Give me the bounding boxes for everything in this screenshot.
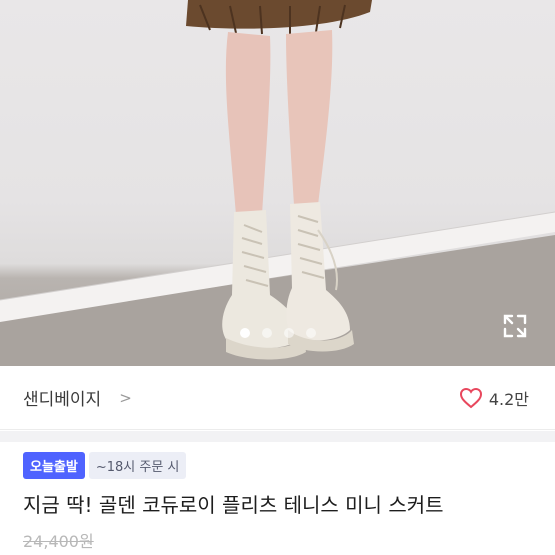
- carousel-dot[interactable]: [283, 328, 294, 338]
- model-photo: [0, 0, 555, 366]
- carousel-dot[interactable]: [239, 328, 250, 338]
- carousel-dot[interactable]: [305, 328, 316, 338]
- chevron-right-icon: >: [119, 388, 132, 407]
- shop-name[interactable]: 샌디베이지: [23, 385, 101, 410]
- product-title: 지금 딱! 골덴 코듀로이 플리츠 테니스 미니 스커트: [23, 493, 444, 517]
- shop-link[interactable]: 샌디베이지 > 4.2만: [0, 366, 555, 430]
- section-divider: [0, 431, 555, 442]
- like-button[interactable]: 4.2만: [459, 386, 529, 410]
- today-shipping-badge: 오늘출발: [23, 452, 85, 479]
- like-count: 4.2만: [488, 389, 529, 409]
- delivery-badges: 오늘출발 ~18시 주문 시: [23, 452, 187, 479]
- expand-arrows-icon[interactable]: [498, 309, 532, 343]
- carousel-dot[interactable]: [261, 328, 272, 338]
- carousel-indicator: [0, 328, 555, 342]
- order-deadline-badge: ~18시 주문 시: [88, 452, 187, 479]
- product-image[interactable]: [0, 0, 555, 366]
- heart-outline-icon: [459, 387, 482, 408]
- original-price: 24,400원: [23, 532, 94, 551]
